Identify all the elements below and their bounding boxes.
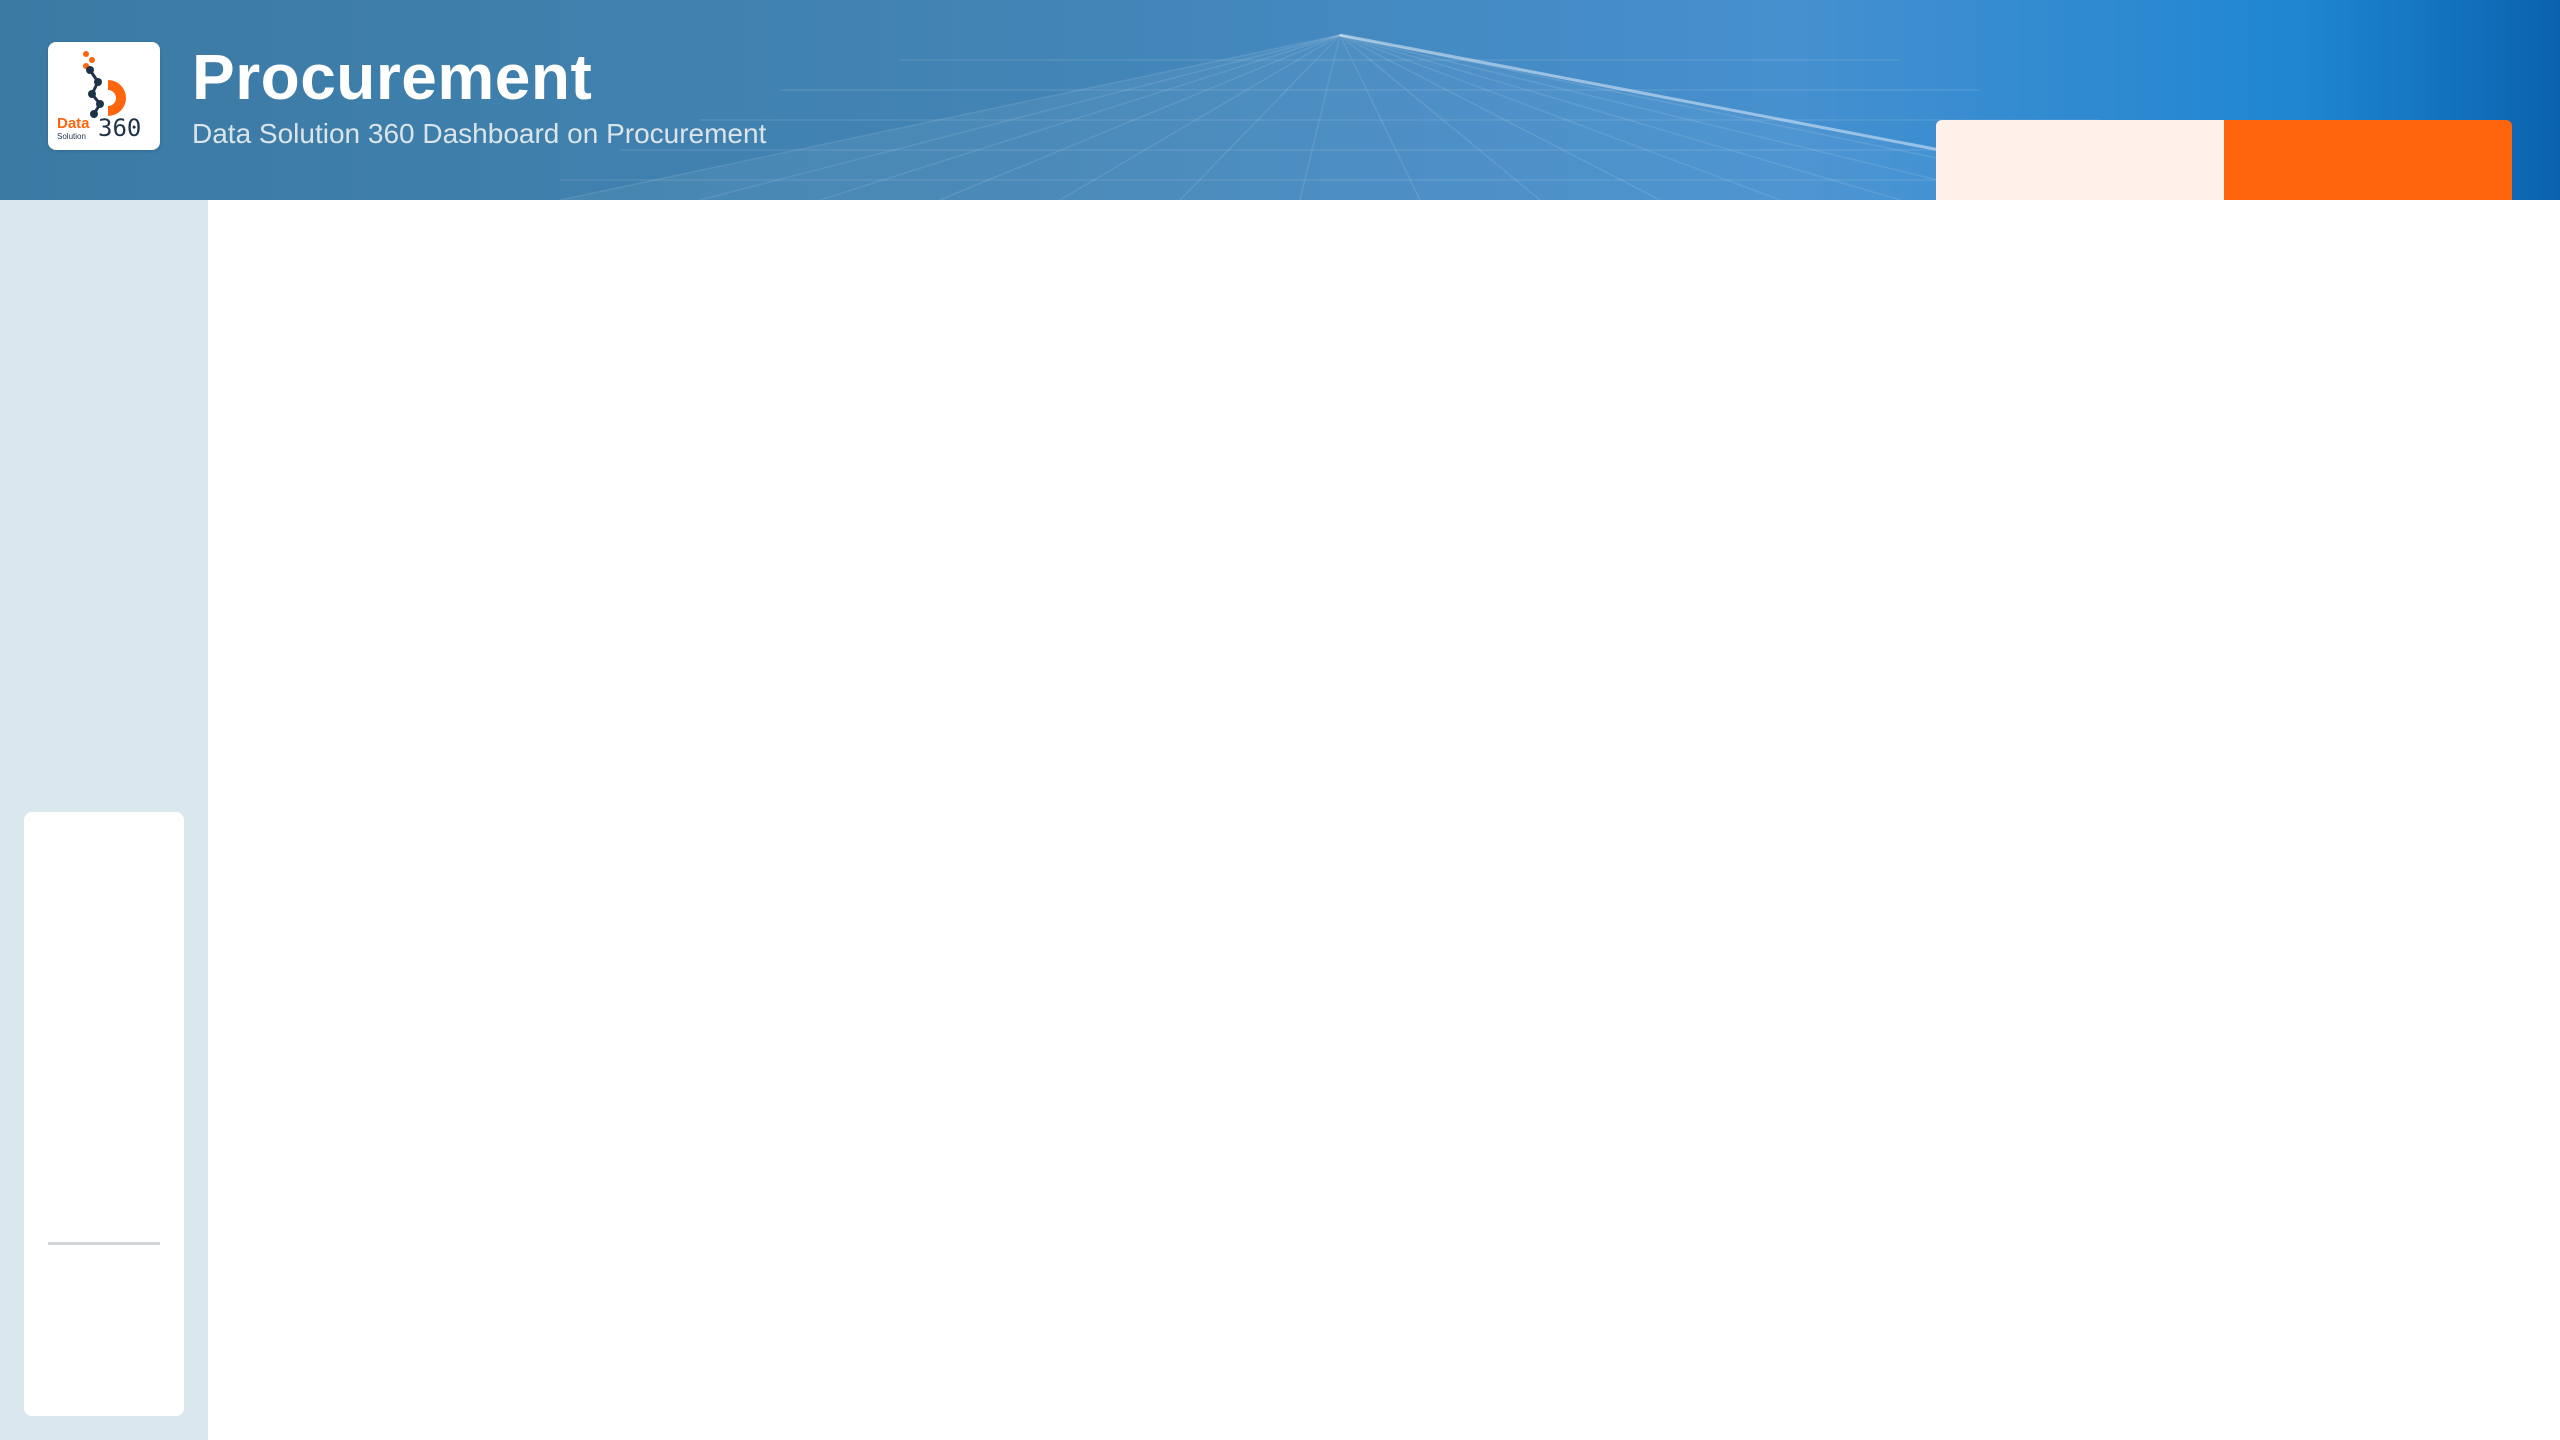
logo-graphic: Data Solution 360 [57, 51, 141, 142]
sidebar-panel [24, 812, 184, 1416]
page-subtitle: Data Solution 360 Dashboard on Procureme… [192, 118, 767, 149]
main-content-area [208, 200, 2560, 1440]
svg-text:360: 360 [98, 114, 141, 142]
svg-text:Data: Data [57, 115, 90, 132]
svg-text:Solution: Solution [57, 132, 86, 141]
sidebar-divider [48, 1242, 160, 1245]
header-banner: Data Solution 360 Procurement Data Solut… [0, 0, 2560, 200]
page-title: Procurement [192, 41, 593, 113]
data-solution-360-logo[interactable]: Data Solution 360 [48, 42, 160, 150]
header-tab-light[interactable] [1936, 120, 2224, 200]
sidebar [0, 200, 208, 1440]
header-tab-orange[interactable] [2224, 120, 2512, 200]
